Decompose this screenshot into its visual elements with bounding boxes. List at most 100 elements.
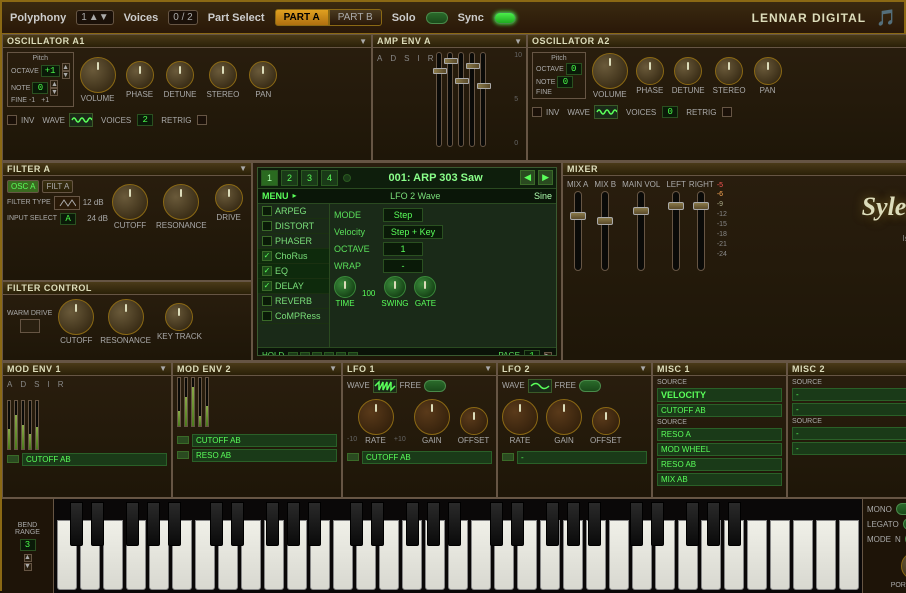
note-down[interactable]: ▼	[50, 88, 58, 96]
lfo1-rate-knob[interactable]	[358, 399, 394, 435]
mod-env2-dropdown[interactable]: ▼	[329, 364, 337, 373]
me1-bar-r[interactable]	[35, 400, 39, 450]
me2-target1-led[interactable]	[177, 436, 189, 444]
lfo2-target-led[interactable]	[502, 453, 514, 461]
me1-bar-i[interactable]	[28, 400, 32, 450]
polyphony-control[interactable]: 1 ▲▼	[76, 10, 113, 25]
lfo2-dropdown[interactable]: ▼	[639, 364, 647, 373]
hold-step-1[interactable]	[288, 352, 298, 356]
osc-a2-stereo-knob[interactable]	[715, 57, 743, 85]
fader-a[interactable]	[436, 52, 442, 147]
effect-eq-check[interactable]: ✓	[262, 266, 272, 276]
inv-checkbox[interactable]	[7, 115, 17, 125]
osc-a2-phase-knob[interactable]	[636, 57, 664, 85]
key-e1[interactable]	[103, 520, 123, 590]
key-ds3[interactable]	[371, 502, 384, 546]
octave-arrows[interactable]: ▲ ▼	[62, 63, 70, 79]
octave-up[interactable]: ▲	[62, 63, 70, 71]
bend-down[interactable]: ▼	[24, 563, 32, 571]
lfo1-free-toggle[interactable]	[424, 380, 446, 392]
effect-compress[interactable]: CoMPRess	[258, 309, 329, 324]
key-fs2[interactable]	[266, 502, 279, 546]
display-tab-2[interactable]: 2	[281, 170, 298, 186]
amp-env-dropdown[interactable]: ▼	[514, 37, 522, 46]
pan-knob[interactable]	[249, 61, 277, 89]
key-ds2[interactable]	[231, 502, 244, 546]
part-b-button[interactable]: PART B	[329, 9, 382, 26]
misc2-source1-value[interactable]: -	[792, 388, 906, 401]
preset-next-btn[interactable]: ▶	[538, 170, 553, 185]
menu-arrow[interactable]: ▸	[293, 191, 297, 200]
lfo1-dropdown[interactable]: ▼	[484, 364, 492, 373]
main-vol-fader[interactable]	[637, 191, 645, 271]
right-fader[interactable]	[697, 191, 705, 271]
menu-label[interactable]: MENU	[262, 191, 289, 201]
page-nav[interactable]: ▶	[544, 352, 552, 356]
key-cs1[interactable]	[70, 502, 83, 546]
me1-target1-led[interactable]	[7, 455, 19, 463]
effect-compress-check[interactable]	[262, 311, 272, 321]
drive-knob[interactable]	[215, 184, 243, 212]
lfo1-target[interactable]: CUTOFF AB	[362, 451, 492, 464]
octave-value[interactable]: +1	[41, 65, 60, 77]
filt-a-btn[interactable]: FILT A	[42, 180, 73, 193]
key-e5[interactable]	[747, 520, 767, 590]
me2-target2[interactable]: RESO AB	[192, 449, 337, 462]
detune-knob[interactable]	[166, 61, 194, 89]
ctrl-cutoff-knob[interactable]	[58, 299, 94, 335]
effect-delay-check[interactable]: ✓	[262, 281, 272, 291]
key-fs4[interactable]	[546, 502, 559, 546]
gate-knob[interactable]	[414, 276, 436, 298]
misc2-source2-value[interactable]: -	[792, 427, 906, 440]
filter-input-value[interactable]: A	[60, 213, 76, 225]
mono-toggle[interactable]	[896, 503, 906, 515]
lfo1-offset-knob[interactable]	[460, 407, 488, 435]
bend-value[interactable]: 3	[20, 539, 36, 551]
octave-param-value[interactable]: 1	[383, 242, 423, 256]
warm-drive-toggle[interactable]	[20, 319, 40, 333]
lfo2-free-toggle[interactable]	[579, 380, 601, 392]
key-ds1[interactable]	[91, 502, 104, 546]
voices-value-osc[interactable]: 2	[137, 114, 153, 126]
key-cs4[interactable]	[490, 502, 503, 546]
effect-chorus[interactable]: ✓ ChoRus	[258, 249, 329, 264]
key-as3[interactable]	[448, 502, 461, 546]
key-f4[interactable]	[609, 520, 629, 590]
effect-chorus-check[interactable]: ✓	[262, 251, 272, 261]
volume-knob[interactable]	[80, 57, 116, 93]
bend-up[interactable]: ▲	[24, 554, 32, 562]
me2-bar-i[interactable]	[198, 377, 202, 427]
key-ds5[interactable]	[651, 502, 664, 546]
key-gs1[interactable]	[147, 502, 160, 546]
me2-bar-d[interactable]	[184, 377, 188, 427]
me2-target2-led[interactable]	[177, 451, 189, 459]
misc2-target2[interactable]: -	[792, 442, 906, 455]
osc-a1-dropdown[interactable]: ▼	[359, 37, 367, 46]
osc-a2-inv-checkbox[interactable]	[532, 107, 542, 117]
effect-distort[interactable]: DISTORT	[258, 219, 329, 234]
key-f5[interactable]	[770, 520, 790, 590]
effect-arpeg-check[interactable]	[262, 206, 272, 216]
fader-d[interactable]	[447, 52, 453, 147]
effect-phaser[interactable]: PHASER	[258, 234, 329, 249]
hold-step-3[interactable]	[312, 352, 322, 356]
phase-knob[interactable]	[126, 61, 154, 89]
mix-b-fader[interactable]	[601, 191, 609, 271]
fader-s[interactable]	[458, 52, 464, 147]
resonance-knob[interactable]	[163, 184, 199, 220]
ctrl-resonance-knob[interactable]	[108, 299, 144, 335]
misc1-source1-value[interactable]: VELOCITY	[657, 388, 782, 402]
retrig-checkbox[interactable]	[197, 115, 207, 125]
osc-a2-voices-value[interactable]: 0	[662, 106, 678, 118]
key-cs3[interactable]	[350, 502, 363, 546]
effect-delay[interactable]: ✓ DELAY	[258, 279, 329, 294]
key-gs4[interactable]	[567, 502, 580, 546]
misc1-target2[interactable]: MOD WHEEL	[657, 443, 782, 456]
effect-eq[interactable]: ✓ EQ	[258, 264, 329, 279]
lfo2-target[interactable]: -	[517, 451, 647, 464]
osc-a2-octave-value[interactable]: 0	[566, 63, 582, 75]
key-as5[interactable]	[728, 502, 741, 546]
filter-type-selector[interactable]	[54, 196, 80, 210]
key-as4[interactable]	[588, 502, 601, 546]
misc1-target3[interactable]: RESO AB	[657, 458, 782, 471]
